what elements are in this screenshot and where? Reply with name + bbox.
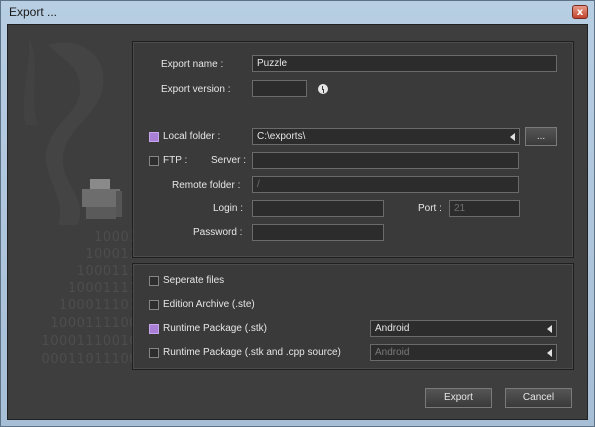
dropdown-arrow-icon [547,325,552,333]
login-label: Login : [213,203,244,214]
runtime-package-label: Runtime Package (.stk) [163,323,267,334]
version-clock-icon[interactable] [318,84,328,94]
runtime-source-platform-value: Android [375,347,410,358]
password-input[interactable] [252,224,384,241]
close-button[interactable]: x [572,5,588,19]
window-title: Export ... [9,5,58,19]
binary-line: 100011 [85,247,138,262]
password-label: Password : [193,227,243,238]
binary-watermark: 10001 100011 1000111 10001111 100011101 … [8,25,138,419]
ftp-label: FTP : [163,155,188,166]
runtime-package-checkbox[interactable] [149,324,159,334]
remote-folder-input[interactable]: / [252,176,519,193]
local-folder-select[interactable]: C:\exports\ [252,128,520,145]
export-version-label: Export version : [161,84,231,95]
binary-line: 00011011100 [41,352,138,367]
local-folder-checkbox[interactable] [149,132,159,142]
dialog-body: 10001 100011 1000111 10001111 100011101 … [7,24,588,420]
runtime-source-label: Runtime Package (.stk and .cpp source) [163,347,341,358]
edition-archive-checkbox[interactable] [149,300,159,310]
server-label: Server : [211,155,247,166]
browse-button[interactable]: ... [525,127,557,146]
binary-line: 1000111100 [50,316,138,331]
server-input[interactable] [252,152,519,169]
export-options-panel: Seperate files Edition Archive (.ste) Ru… [132,263,574,370]
runtime-source-checkbox[interactable] [149,348,159,358]
binary-line: 10001111 [67,281,138,296]
export-dialog: Export ... x 10001 100011 1000111 100011… [0,0,595,427]
dropdown-arrow-icon [547,349,552,357]
cancel-button[interactable]: Cancel [505,388,572,408]
export-version-input[interactable] [252,80,307,97]
local-folder-label: Local folder : [163,131,221,142]
printer-icon [82,179,122,219]
binary-line: 100011101 [59,298,138,313]
runtime-platform-select[interactable]: Android [370,320,557,337]
export-name-input[interactable]: Puzzle [252,55,557,72]
binary-line: 10001110010 [41,334,138,349]
edition-archive-label: Edition Archive (.ste) [163,299,255,310]
dropdown-arrow-icon [510,133,515,141]
port-input[interactable]: 21 [449,200,520,217]
ftp-checkbox[interactable] [149,156,159,166]
local-folder-value: C:\exports\ [257,131,306,142]
title-bar[interactable]: Export ... x [1,1,594,23]
export-button[interactable]: Export [425,388,492,408]
runtime-platform-value: Android [375,323,410,334]
export-settings-panel: Export name : Puzzle Export version : Lo… [132,41,574,258]
login-input[interactable] [252,200,384,217]
runtime-source-platform-select[interactable]: Android [370,344,557,361]
port-label: Port : [418,203,442,214]
export-name-label: Export name : [161,59,224,70]
separate-files-checkbox[interactable] [149,276,159,286]
binary-line: 1000111 [76,264,138,279]
separate-files-label: Seperate files [163,275,225,286]
remote-folder-label: Remote folder : [172,180,241,191]
